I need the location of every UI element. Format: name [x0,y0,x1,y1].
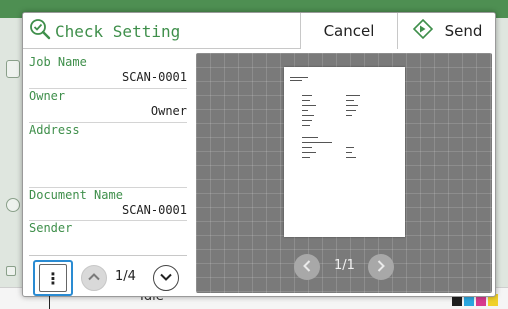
owner-value: Owner [150,104,187,118]
preview-page-count: 1/1 [334,258,355,273]
info-pager: ⋮ 1/4 [29,255,187,296]
job-name-label: Job Name [29,55,87,69]
preview-pager: 1/1 [196,249,492,285]
check-setting-dialog: Check Setting Cancel Send Job Name SCAN-… [22,12,496,297]
chevron-down-icon [159,269,173,288]
cancel-button-label: Cancel [323,22,375,40]
job-name-field: Job Name SCAN-0001 [29,55,187,85]
callout-pointer-line [49,296,50,309]
job-info-panel: Job Name SCAN-0001 Owner Owner Address D… [29,53,187,249]
more-vertical-icon: ⋮ [39,264,67,292]
send-button[interactable]: Send [398,13,495,49]
more-menu-button[interactable]: ⋮ [33,260,73,296]
preview-prev-button[interactable] [294,254,320,280]
preview-next-button[interactable] [368,254,394,280]
sender-field: Sender [29,221,187,236]
check-magnifier-icon [29,18,51,44]
document-name-label: Document Name [29,188,123,202]
info-page-count: 1/4 [115,269,136,284]
address-field: Address [29,123,187,138]
dialog-titlebar: Check Setting Cancel Send [23,13,495,49]
cancel-button[interactable]: Cancel [300,13,398,49]
dialog-title: Check Setting [29,18,180,44]
send-button-label: Send [444,22,483,40]
owner-label: Owner [29,89,66,103]
owner-field: Owner Owner [29,89,187,119]
address-label: Address [29,123,80,137]
dialog-title-text: Check Setting [55,21,181,41]
diamond-arrow-icon [412,18,433,43]
document-name-value: SCAN-0001 [121,203,187,217]
sender-label: Sender [29,221,73,235]
page-down-button[interactable] [153,265,179,291]
background-tool-icon [6,266,16,276]
background-sidebar [0,18,24,288]
background-check-icon [6,198,20,212]
chevron-up-icon [87,269,101,288]
scan-preview-area: 1/1 [196,53,492,293]
chevron-right-icon [374,258,388,277]
preview-page-thumbnail [284,67,405,237]
document-name-field: Document Name SCAN-0001 [29,188,187,218]
job-name-value: SCAN-0001 [121,70,187,84]
page-up-button[interactable] [81,265,107,291]
background-doc-icon [6,60,20,78]
chevron-left-icon [300,258,314,277]
